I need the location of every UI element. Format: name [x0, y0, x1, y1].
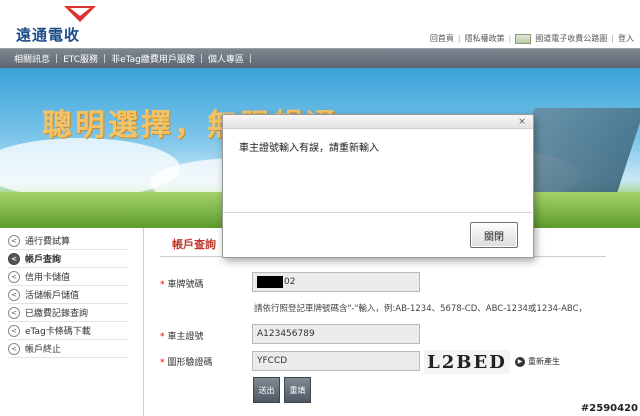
error-dialog: × 車主證號輸入有誤，請重新輸入 關閉: [222, 114, 534, 258]
nav-item-non-etag[interactable]: 非eTag繳費用戶服務: [111, 52, 195, 65]
sidebar-item-toll-calc[interactable]: < 通行費試算: [8, 232, 128, 250]
reset-button[interactable]: 重填: [284, 377, 311, 403]
divider: |: [199, 53, 203, 64]
sidebar-item-savings-topup[interactable]: < 活儲帳戶儲值: [8, 286, 128, 304]
sidebar-item-account-query[interactable]: < 帳戶查詢: [8, 250, 128, 268]
play-icon: ▶: [515, 356, 525, 367]
divider: |: [55, 53, 59, 64]
top-link-highway-map[interactable]: 國道電子收費公路圖: [535, 33, 607, 44]
logo-mark-icon: [64, 6, 96, 22]
main-nav: 相關訊息 | ETC服務 | 非eTag繳費用戶服務 | 個人專區 |: [0, 48, 640, 68]
sidebar-item-label: 已繳費記錄查詢: [25, 309, 89, 319]
watermark: #2590420: [580, 403, 638, 414]
nav-item-etc-service[interactable]: ETC服務: [63, 52, 98, 65]
divider: |: [103, 53, 107, 64]
captcha-image: L2BED: [424, 350, 510, 374]
divider: |: [248, 53, 252, 64]
dialog-titlebar: ×: [223, 115, 533, 129]
sidebar-item-account-terminate[interactable]: < 帳戶終止: [8, 340, 128, 358]
site-header: 遠通電收 回首頁 | 隱私權政策 | 國道電子收費公路圖 | 登入: [0, 0, 640, 48]
chevron-left-icon: <: [8, 234, 20, 247]
sidebar-menu: < 通行費試算 < 帳戶查詢 < 信用卡儲值 < 活儲帳戶儲值 < 已繳費記錄查…: [8, 232, 128, 358]
page-title: 帳戶查詢: [172, 238, 216, 251]
dialog-close-button[interactable]: 關閉: [470, 222, 518, 248]
sidebar-item-credit-topup[interactable]: < 信用卡儲值: [8, 268, 128, 286]
divider: |: [457, 34, 461, 43]
submit-button[interactable]: 送出: [253, 377, 280, 403]
column-divider: [143, 228, 144, 416]
site-logo[interactable]: 遠通電收: [10, 4, 110, 44]
chevron-left-icon: <: [8, 324, 20, 337]
logo-text: 遠通電收: [16, 26, 81, 44]
chevron-left-icon: <: [8, 252, 20, 265]
sidebar-item-label: 帳戶終止: [25, 345, 62, 355]
required-marker: *: [160, 358, 165, 368]
top-link-home[interactable]: 回首頁: [430, 33, 454, 44]
plate-label-text: 車牌號碼: [167, 280, 204, 290]
redaction-mask: [257, 276, 283, 288]
sidebar-item-label: 活儲帳戶儲值: [25, 291, 80, 301]
dialog-message: 車主證號輸入有誤，請重新輸入: [239, 143, 379, 154]
plate-input[interactable]: 02: [252, 272, 420, 292]
captcha-input[interactable]: YFCCD: [252, 351, 420, 371]
top-links: 回首頁 | 隱私權政策 | 國道電子收費公路圖 | 登入: [430, 33, 634, 44]
plate-label: * 車牌號碼: [160, 277, 204, 290]
owner-id-label: * 車主證號: [160, 329, 204, 342]
divider: |: [508, 34, 512, 43]
sidebar-item-payment-history[interactable]: < 已繳費記錄查詢: [8, 304, 128, 322]
chevron-left-icon: <: [8, 342, 20, 355]
captcha-label: * 圖形驗證碼: [160, 355, 213, 368]
owner-id-label-text: 車主證號: [167, 332, 204, 342]
nav-item-personal[interactable]: 個人專區: [208, 52, 244, 65]
refresh-label: 重新產生: [528, 357, 560, 366]
sidebar-item-label: eTag卡條碼下載: [25, 327, 91, 337]
captcha-refresh-button[interactable]: ▶ 重新產生: [515, 356, 560, 367]
required-marker: *: [160, 332, 165, 342]
required-marker: *: [160, 280, 165, 290]
top-link-privacy[interactable]: 隱私權政策: [465, 33, 505, 44]
sidebar-item-label: 信用卡儲值: [25, 273, 71, 283]
sidebar-item-label: 通行費試算: [25, 237, 71, 247]
top-link-login[interactable]: 登入: [618, 33, 634, 44]
close-icon[interactable]: ×: [517, 117, 527, 127]
chevron-left-icon: <: [8, 270, 20, 283]
nav-item-news[interactable]: 相關訊息: [14, 52, 50, 65]
owner-id-input[interactable]: A123456789: [252, 324, 420, 344]
divider: |: [611, 34, 614, 43]
plate-hint: 請依行照登記車牌號碼含"-"輸入，例:AB-1234、5678-CD、ABC-1…: [254, 304, 588, 314]
plate-input-value: 02: [284, 277, 296, 287]
sidebar-item-label: 帳戶查詢: [25, 255, 62, 265]
chevron-left-icon: <: [8, 288, 20, 301]
captcha-label-text: 圖形驗證碼: [167, 358, 213, 368]
chevron-left-icon: <: [8, 306, 20, 319]
sidebar-item-etag-barcode[interactable]: < eTag卡條碼下載: [8, 322, 128, 340]
divider: [223, 212, 533, 213]
highway-map-icon: [515, 33, 532, 44]
